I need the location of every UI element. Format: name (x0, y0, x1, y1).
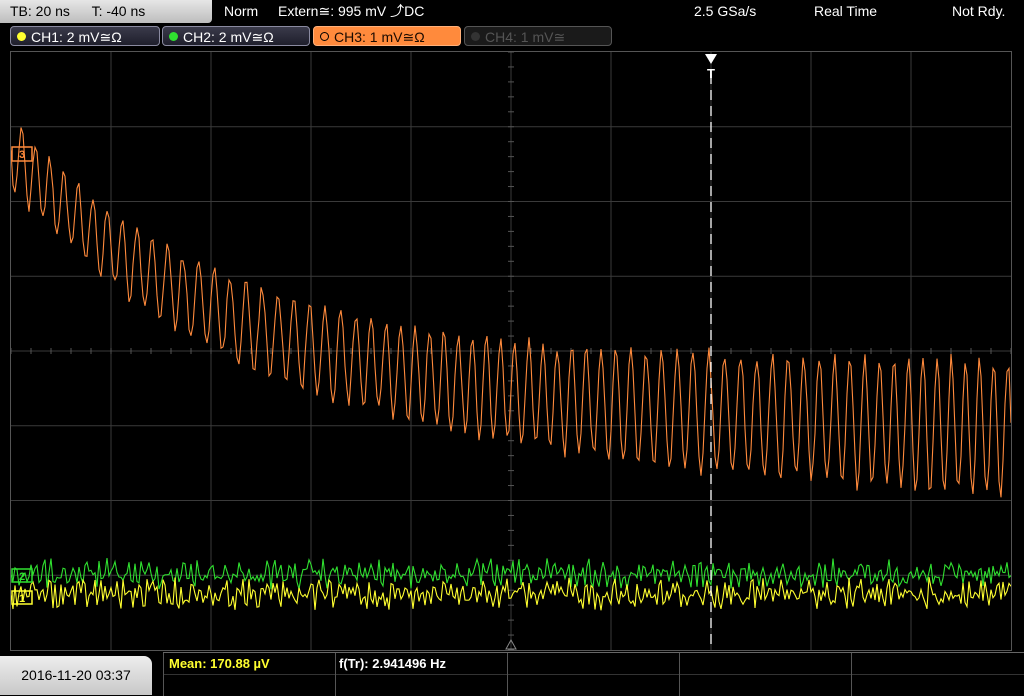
footer: 2016-11-20 03:37 Mean: 170.88 µV f(Tr): … (0, 652, 1024, 696)
mean-measurement[interactable]: Mean: 170.88 µV (169, 656, 270, 671)
ch4-indicator-icon (471, 32, 480, 41)
ch4-label: CH4: 1 mV≅ (485, 29, 566, 45)
ch2-label: CH2: 2 mV≅Ω (183, 29, 274, 45)
ch2-indicator-icon (169, 32, 178, 41)
ch2-marker-label: 2 (19, 571, 25, 583)
frequency-value: 2.941496 Hz (372, 656, 446, 671)
ch3-label: CH3: 1 mV≅Ω (334, 29, 425, 45)
waveform-canvas: T 3 2 1 (10, 51, 1012, 651)
trigger-time-value: T: -40 ns (91, 3, 146, 19)
measurement-divider (679, 653, 680, 696)
measurement-divider (851, 653, 852, 696)
tab-ch1[interactable]: CH1: 2 mV≅Ω (10, 26, 160, 46)
channel-tabs: CH1: 2 mV≅Ω CH2: 2 mV≅Ω CH3: 1 mV≅Ω CH4:… (0, 26, 1024, 48)
acquisition-mode[interactable]: Real Time (814, 0, 877, 23)
tab-ch3[interactable]: CH3: 1 mV≅Ω (313, 26, 461, 46)
ch3-ground-marker[interactable]: 3 (11, 146, 33, 162)
measurement-divider (507, 653, 508, 696)
ch3-indicator-icon (320, 32, 329, 41)
ch3-marker-label: 3 (19, 149, 25, 161)
ch1-label: CH1: 2 mV≅Ω (31, 29, 122, 45)
measurement-divider (335, 653, 336, 696)
ch1-indicator-icon (17, 32, 26, 41)
trigger-mode[interactable]: Norm (224, 0, 258, 23)
acquisition-status: Not Rdy. (952, 3, 1006, 19)
tab-ch4[interactable]: CH4: 1 mV≅ (464, 26, 612, 46)
measurement-panel[interactable]: Mean: 170.88 µV f(Tr): 2.941496 Hz (163, 652, 1024, 696)
timebase-box[interactable]: TB: 20 ns T: -40 ns (0, 0, 212, 23)
ch1-marker-label: 1 (19, 593, 25, 605)
timebase-value: TB: 20 ns (10, 3, 70, 19)
graticule (10, 51, 1012, 651)
waveform-display[interactable]: T 3 2 1 (10, 51, 1012, 651)
measurement-divider (163, 674, 1024, 675)
trigger-source[interactable]: Extern≅: 995 mV ⤴DC (278, 0, 424, 23)
trigger-marker: T (707, 66, 715, 81)
trigger-arrow-icon[interactable] (705, 54, 717, 64)
status-bar: TB: 20 ns T: -40 ns Norm Extern≅: 995 mV… (0, 0, 1024, 24)
sample-rate[interactable]: 2.5 GSa/s (694, 0, 756, 23)
frequency-measurement-label[interactable]: f(Tr): 2.941496 Hz (339, 656, 446, 671)
frequency-label: f(Tr): (339, 656, 369, 671)
date-time: 2016-11-20 03:37 (0, 656, 152, 695)
ch1-ground-marker[interactable]: 1 (11, 590, 33, 605)
measurement-divider (163, 653, 164, 696)
tab-ch2[interactable]: CH2: 2 mV≅Ω (162, 26, 310, 46)
